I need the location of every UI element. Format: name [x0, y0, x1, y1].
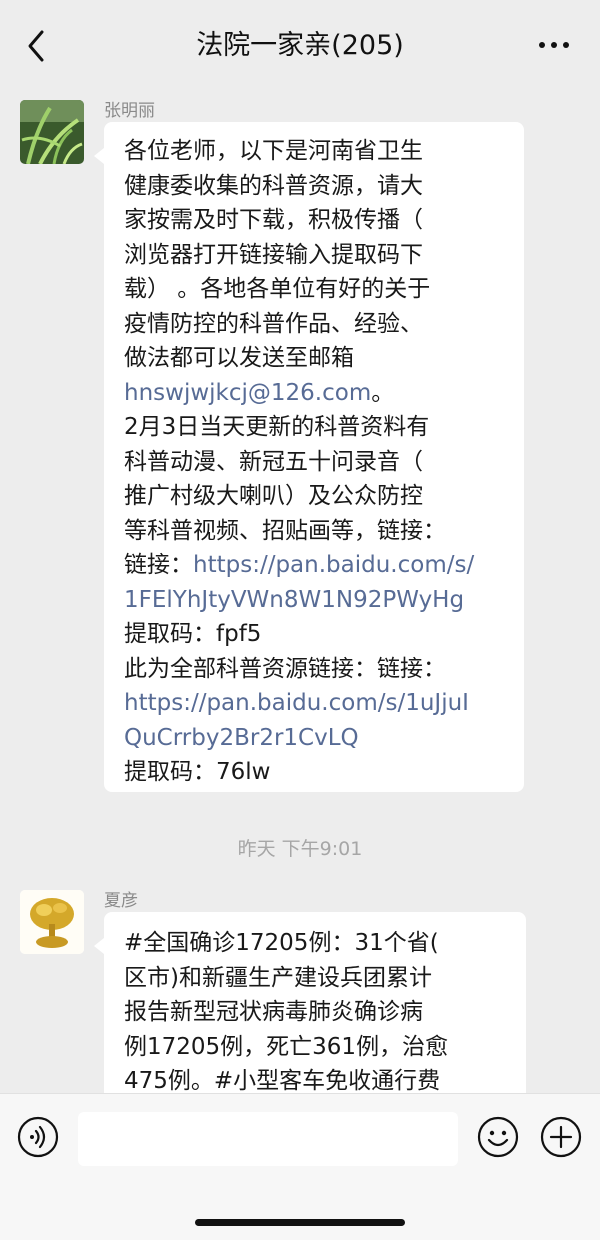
message-line: 推广村级大喇叭）及公众防控 — [124, 483, 423, 509]
sender-name: 夏彦 — [104, 891, 138, 911]
message-line: 475例。#小型客车免收通行费 — [124, 1068, 441, 1093]
message-text: #全国确诊17205例：31个省( 区市)和新疆生产建设兵团累计 报告新型冠状病… — [124, 926, 448, 1093]
input-bar — [0, 1093, 600, 1240]
message-line: 家按需及时下载，积极传播（ — [124, 207, 423, 233]
message-line: #全国确诊17205例：31个省( — [124, 930, 439, 956]
voice-icon[interactable] — [17, 1116, 59, 1158]
message-line: 载） 。各地各单位有好的关于 — [124, 276, 431, 302]
email-link[interactable]: hnswjwjkcj@126.com — [124, 380, 371, 406]
email-line: hnswjwjkcj@126.com。 — [124, 376, 474, 411]
baidu-link-part1[interactable]: https://pan.baidu.com/s/ — [193, 552, 474, 578]
golden-tree-avatar-icon — [20, 890, 84, 954]
sender-name: 张明丽 — [104, 101, 155, 121]
message-input[interactable] — [78, 1112, 458, 1166]
message-bubble[interactable]: 各位老师，以下是河南省卫生 健康委收集的科普资源，请大 家按需及时下载，积极传播… — [94, 122, 524, 792]
message-line: 区市)和新疆生产建设兵团累计 — [124, 964, 432, 991]
message-line: 科普动漫、新冠五十问录音（ — [124, 448, 423, 475]
baidu-link-part2[interactable]: 1FElYhJtyVWn8W1N92PWyHg — [124, 583, 474, 618]
email-suffix: 。 — [371, 379, 395, 406]
more-dots-icon[interactable] — [536, 30, 572, 60]
message-line: 健康委收集的科普资源，请大 — [124, 172, 423, 199]
baidu-link2-part2[interactable]: QuCrrby2Br2r1CvLQ — [124, 721, 474, 756]
top-bar: 法院一家亲(205) — [0, 0, 600, 90]
message-line: 报告新型冠状病毒肺炎确诊病 — [124, 999, 423, 1025]
baidu-link2-part1[interactable]: https://pan.baidu.com/s/1uJjuI — [124, 686, 474, 721]
message-line: 疫情防控的科普作品、经验、 — [124, 310, 423, 337]
timestamp: 昨天 下午9:01 — [237, 838, 363, 860]
message-line: 各位老师，以下是河南省卫生 — [124, 138, 423, 164]
link-prefix: 链接： — [124, 552, 193, 578]
home-indicator[interactable] — [195, 1219, 405, 1226]
avatar[interactable] — [20, 890, 84, 954]
message-line: 例17205例，死亡361例，治愈 — [124, 1033, 449, 1060]
avatar[interactable] — [20, 100, 84, 164]
message-line: 2月3日当天更新的科普资料有 — [124, 414, 430, 440]
message-text: 各位老师，以下是河南省卫生 健康委收集的科普资源，请大 家按需及时下载，积极传播… — [124, 134, 474, 790]
emoji-icon[interactable] — [477, 1116, 519, 1158]
plus-icon[interactable] — [540, 1116, 582, 1158]
extract-code: 提取码：76lw — [124, 759, 271, 785]
message-line: 等科普视频、招贴画等，链接： — [124, 517, 446, 544]
message-line: 做法都可以发送至邮箱 — [124, 345, 354, 371]
chat-area[interactable]: 张明丽 各位老师，以下是河南省卫生 健康委收集的科普资源，请大 家按需及时下载，… — [0, 90, 600, 1093]
chat-title: 法院一家亲(205) — [196, 30, 404, 61]
plant-avatar-icon — [20, 100, 84, 164]
link-line: 链接：https://pan.baidu.com/s/ — [124, 548, 474, 583]
message-line: 浏览器打开链接输入提取码下 — [124, 241, 423, 268]
extract-code: 提取码：fpf5 — [124, 621, 262, 647]
message-bubble[interactable]: #全国确诊17205例：31个省( 区市)和新疆生产建设兵团累计 报告新型冠状病… — [94, 912, 526, 1093]
message-line: 此为全部科普资源链接：链接： — [124, 655, 446, 682]
